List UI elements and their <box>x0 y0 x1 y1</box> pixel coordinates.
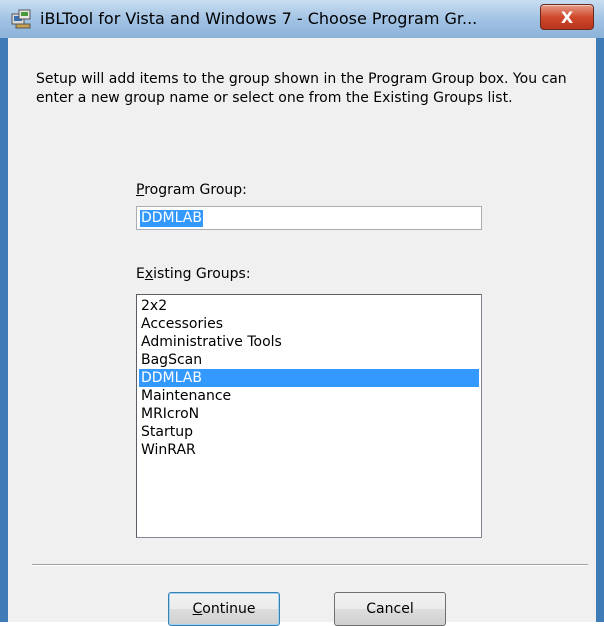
existing-groups-accel: x <box>144 266 154 282</box>
dialog-body: Setup will add items to the group shown … <box>8 38 596 626</box>
separator-line <box>32 564 588 566</box>
cancel-label: Cancel <box>366 601 414 617</box>
existing-groups-list[interactable]: 2x2 Accessories Administrative Tools Bag… <box>136 294 482 538</box>
existing-groups-label-first: E <box>136 266 145 282</box>
program-group-accel: P <box>136 182 145 198</box>
list-item-selected[interactable]: DDMLAB <box>139 369 479 387</box>
list-item[interactable]: Maintenance <box>139 387 479 405</box>
program-group-label-rest: rogram Group: <box>144 182 247 198</box>
program-group-input[interactable]: DDMLAB <box>136 206 482 230</box>
list-item[interactable]: Startup <box>139 423 479 441</box>
continue-label-rest: ontinue <box>202 601 256 617</box>
list-item[interactable]: BagScan <box>139 351 479 369</box>
setup-dialog-window: iBLTool for Vista and Windows 7 - Choose… <box>0 0 604 626</box>
list-item[interactable]: MRIcroN <box>139 405 479 423</box>
list-item[interactable]: WinRAR <box>139 441 479 459</box>
continue-accel: C <box>192 601 203 617</box>
existing-groups-label: Existing Groups: <box>136 266 251 282</box>
close-button[interactable]: X <box>540 4 594 30</box>
program-group-label: Program Group: <box>136 182 247 198</box>
setup-icon <box>11 9 31 29</box>
list-item[interactable]: Accessories <box>139 315 479 333</box>
existing-groups-label-rest: isting Groups: <box>153 266 251 282</box>
program-group-value: DDMLAB <box>140 210 203 227</box>
window-title: iBLTool for Vista and Windows 7 - Choose… <box>40 9 478 28</box>
continue-button[interactable]: Continue <box>168 592 280 626</box>
instructions-text: Setup will add items to the group shown … <box>36 71 567 106</box>
cancel-button[interactable]: Cancel <box>334 592 446 626</box>
title-bar[interactable]: iBLTool for Vista and Windows 7 - Choose… <box>0 0 604 38</box>
close-icon: X <box>560 7 574 27</box>
list-item[interactable]: 2x2 <box>139 297 479 315</box>
list-item[interactable]: Administrative Tools <box>139 333 479 351</box>
